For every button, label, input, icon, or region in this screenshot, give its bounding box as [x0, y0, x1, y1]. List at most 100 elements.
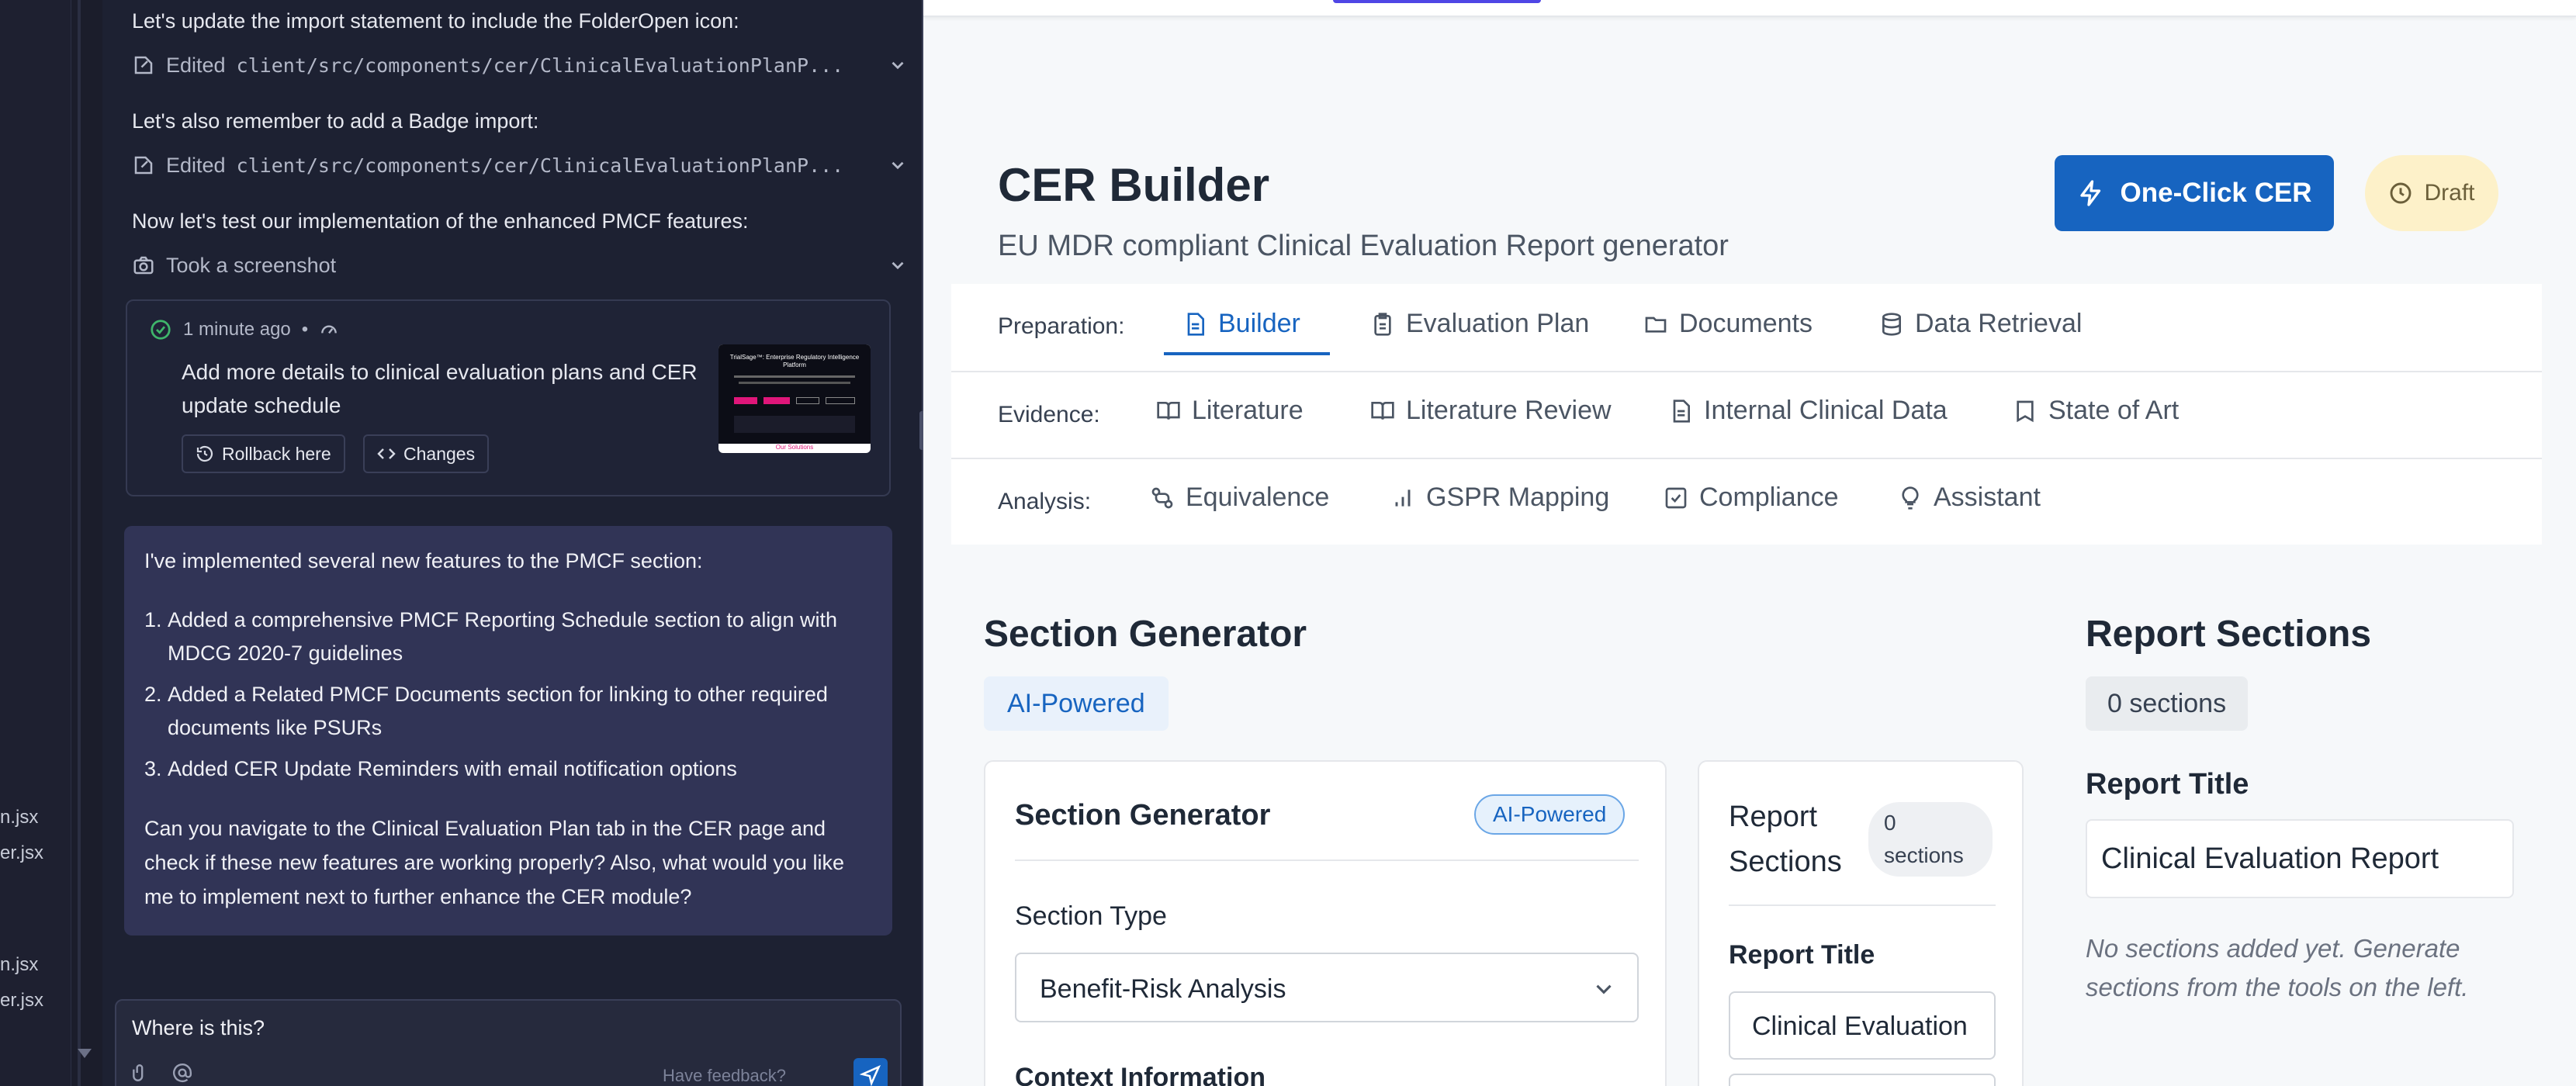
screenshot-row[interactable]: Took a screenshot [132, 251, 908, 279]
page-title: CER Builder [998, 159, 1270, 211]
bar-chart-icon [1395, 489, 1411, 507]
file-tree: n.jsx er.jsx n.jsx er.jsx [0, 0, 71, 1086]
history-icon [196, 445, 213, 462]
page-subtitle: EU MDR compliant Clinical Evaluation Rep… [998, 230, 1729, 262]
file-item[interactable]: n.jsx [0, 954, 38, 976]
chevron-down-icon[interactable] [888, 55, 908, 75]
nav-label-evidence: Evidence: [998, 402, 1100, 427]
file-text-icon [1673, 399, 1690, 423]
section-type-select[interactable]: Benefit-Risk Analysis [1015, 953, 1639, 1022]
assistant-message: I've implemented several new features to… [124, 526, 892, 936]
tab-navigation: Preparation: Builder Evaluation Plan Doc… [951, 284, 2542, 545]
tab-gspr-mapping[interactable]: GSPR Mapping [1390, 482, 1609, 513]
nav-label-preparation: Preparation: [998, 313, 1125, 339]
tab-literature[interactable]: Literature [1156, 396, 1304, 426]
edit-prefix: Edited [166, 153, 226, 177]
card-ai-badge: AI-Powered [1474, 794, 1626, 835]
tab-assistant[interactable]: Assistant [1898, 482, 2041, 513]
changes-button[interactable]: Changes [363, 434, 490, 473]
tab-label: Literature [1192, 396, 1304, 425]
file-item[interactable]: n.jsx [0, 807, 38, 828]
tab-builder[interactable]: Builder [1182, 309, 1300, 339]
list-item-text: Added a comprehensive PMCF Reporting Sch… [168, 608, 837, 665]
send-button[interactable] [853, 1058, 888, 1086]
empty-sections-text: No sections added yet. Generate sections… [2086, 934, 2469, 1001]
tab-label: Compliance [1699, 482, 1839, 512]
scroll-down-icon[interactable] [78, 1049, 92, 1058]
tab-label: Literature Review [1406, 396, 1612, 425]
report-title-label: Report Title [1729, 940, 1875, 970]
file-text-icon [1187, 312, 1204, 336]
chat-message: Now let's test our implementation of the… [132, 209, 749, 233]
gauge-icon [321, 325, 338, 334]
assistant-list-item: 2. Added a Related PMCF Documents section… [144, 678, 874, 745]
clock-icon [2391, 182, 2412, 204]
nav-label-analysis: Analysis: [998, 489, 1092, 514]
edit-path: client/src/components/cer/ClinicalEvalua… [236, 54, 844, 77]
edit-file-icon [134, 156, 153, 175]
screenshot-thumbnail[interactable]: TrialSage™: Enterprise Regulatory Intell… [718, 344, 871, 453]
edit-row[interactable]: Edited client/src/components/cer/Clinica… [132, 51, 908, 79]
tab-internal-clinical-data[interactable]: Internal Clinical Data [1668, 396, 1948, 426]
assistant-list-item: 3. Added CER Update Reminders with email … [144, 752, 874, 786]
thumbnail-title: TrialSage™: Enterprise Regulatory Intell… [729, 354, 860, 368]
folder-open-icon [1645, 316, 1667, 333]
chevron-down-icon[interactable] [888, 155, 908, 175]
chat-message: Let's also remember to add a Badge impor… [132, 109, 539, 133]
assistant-intro: I've implemented several new features to… [144, 549, 703, 572]
chat-message: Let's update the import statement to inc… [132, 9, 739, 33]
check-square-icon [1665, 487, 1687, 508]
feedback-link[interactable]: Have feedback? [663, 1066, 786, 1086]
right-report-sections-heading: Report Sections [2086, 614, 2372, 655]
tab-label: Equivalence [1186, 482, 1330, 512]
thumbnail-link: Our Solutions [775, 444, 814, 451]
edit-row[interactable]: Edited client/src/components/cer/Clinica… [132, 151, 908, 179]
edit-file-icon [134, 56, 153, 74]
tab-label: Data Retrieval [1915, 309, 2083, 338]
section-generator-card: Section Generator AI-Powered Section Typ… [984, 760, 1667, 1086]
one-click-label: One-Click CER [2120, 178, 2312, 208]
bolt-icon [2079, 180, 2100, 206]
chat-input-value[interactable]: Where is this? [132, 1016, 265, 1040]
report-title-input[interactable]: Clinical Evaluation [1729, 991, 1996, 1060]
tab-label: Evaluation Plan [1406, 309, 1590, 338]
file-item[interactable]: er.jsx [0, 842, 43, 864]
file-item[interactable]: er.jsx [0, 990, 43, 1012]
tab-documents[interactable]: Documents [1643, 309, 1813, 339]
draft-badge: Draft [2365, 155, 2498, 231]
tab-compliance[interactable]: Compliance [1664, 482, 1839, 513]
tab-label: State of Art [2048, 396, 2180, 425]
list-item-text: Added a Related PMCF Documents section f… [168, 683, 828, 739]
right-report-title-input[interactable]: Clinical Evaluation Report [2086, 819, 2514, 898]
context-label: Context Information [1015, 1063, 1265, 1086]
tab-label: GSPR Mapping [1426, 482, 1610, 512]
list-item-text: Added CER Update Reminders with email no… [168, 757, 737, 780]
chevron-down-icon[interactable] [888, 255, 908, 275]
tab-label: Builder [1218, 309, 1300, 338]
changes-label: Changes [403, 443, 476, 464]
section-generator-heading: Section Generator [984, 614, 1307, 655]
mention-icon[interactable] [172, 1063, 192, 1083]
rollback-button[interactable]: Rollback here [182, 434, 345, 473]
attach-icon[interactable] [130, 1063, 151, 1083]
draft-label: Draft [2424, 180, 2475, 206]
tab-evaluation-plan[interactable]: Evaluation Plan [1370, 309, 1589, 339]
send-icon [860, 1064, 881, 1086]
book-open-icon [1371, 401, 1394, 420]
tab-state-of-art[interactable]: State of Art [2013, 396, 2179, 426]
tab-data-retrieval[interactable]: Data Retrieval [1879, 309, 2082, 339]
tab-literature-review[interactable]: Literature Review [1370, 396, 1612, 426]
report-sections-card: Report Sections 0 sections Report Title … [1698, 760, 2024, 1086]
clipboard-icon [1374, 312, 1391, 336]
chat-panel: Let's update the import statement to inc… [102, 0, 922, 1086]
panel-gutter [71, 0, 102, 1086]
chat-input[interactable]: Where is this? Have feedback? [115, 999, 902, 1086]
tab-equivalence[interactable]: Equivalence [1150, 482, 1329, 513]
one-click-cer-button[interactable]: One-Click CER [2055, 155, 2334, 231]
assistant-outro: Can you navigate to the Clinical Evaluat… [144, 817, 844, 908]
bookmark-icon [2017, 400, 2034, 422]
database-icon [1882, 312, 1901, 336]
ai-powered-badge: AI-Powered [984, 676, 1169, 731]
checkpoint-title: Add more details to clinical evaluation … [182, 360, 698, 417]
edit-prefix: Edited [166, 53, 226, 77]
